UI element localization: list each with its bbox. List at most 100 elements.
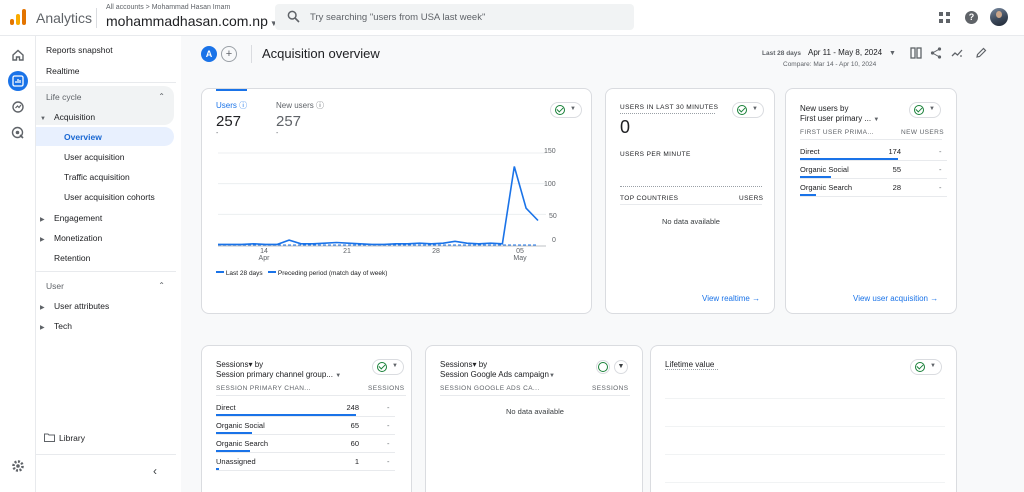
- view-realtime-link[interactable]: View realtime →: [702, 294, 760, 303]
- folder-icon: [44, 433, 55, 442]
- divider: [800, 139, 942, 140]
- legend-previous-label: Preceding period (match day of week): [277, 270, 388, 277]
- x-tick-day: 28: [432, 248, 440, 255]
- explore-icon[interactable]: [9, 98, 27, 116]
- nav-user-attributes[interactable]: ▶ User attributes: [40, 301, 109, 311]
- chevron-up-icon[interactable]: ⌃: [158, 281, 165, 290]
- nav-retention[interactable]: Retention: [54, 253, 90, 263]
- nav-realtime[interactable]: Realtime: [46, 66, 80, 76]
- x-tick-month: Apr: [258, 255, 270, 262]
- nav-tech[interactable]: ▶ Tech: [40, 321, 72, 331]
- dimension-picker[interactable]: Session Google Ads campaign▼: [440, 370, 555, 379]
- chevron-up-icon[interactable]: ⌃: [158, 92, 165, 101]
- dimension-label: Session Google Ads campaign: [440, 370, 549, 379]
- nav-traffic-acquisition[interactable]: Traffic acquisition: [64, 172, 130, 182]
- empty-state: No data available: [662, 217, 720, 226]
- table-row-label[interactable]: Organic Social: [216, 421, 265, 430]
- table-row-value: 60: [350, 439, 359, 448]
- nav-overview[interactable]: Overview: [64, 132, 102, 142]
- nav-section-lifecycle[interactable]: Life cycle: [46, 92, 81, 102]
- compare-range[interactable]: Compare: Mar 14 - Apr 10, 2024: [783, 61, 876, 68]
- advertising-icon[interactable]: [9, 124, 27, 142]
- home-icon[interactable]: [9, 46, 27, 64]
- edit-pencil-icon[interactable]: [975, 47, 987, 59]
- dimension-picker[interactable]: First user primary ... ▼: [800, 114, 879, 123]
- y-tick-label: 0: [552, 237, 556, 244]
- col-dimension[interactable]: SESSION GOOGLE ADS CA...: [440, 385, 540, 392]
- data-quality-check[interactable]: ▼: [909, 102, 941, 118]
- app-name[interactable]: Analytics: [36, 10, 92, 26]
- card-title[interactable]: Sessions▾ by: [440, 360, 487, 369]
- table-row-label[interactable]: Organic Social: [800, 165, 849, 174]
- data-quality-check[interactable]: ▼: [910, 359, 942, 375]
- table-row-value: 28: [892, 183, 901, 192]
- realtime-title[interactable]: USERS IN LAST 30 MINUTES: [620, 104, 718, 111]
- nav-user-attributes-label: User attributes: [54, 301, 110, 311]
- col-sessions[interactable]: SESSIONS: [592, 385, 628, 392]
- caret-down-icon: ▼: [40, 116, 46, 122]
- row-divider: [216, 416, 395, 417]
- table-row-label[interactable]: Organic Search: [800, 183, 852, 192]
- data-quality-check[interactable]: ▼: [372, 359, 404, 375]
- nav-section-user[interactable]: User: [46, 281, 64, 291]
- analytics-logo-icon[interactable]: [10, 9, 26, 25]
- sessions-by-channel-card: Sessions▾ by Session primary channel gro…: [201, 345, 412, 492]
- table-row-label[interactable]: Direct: [216, 403, 236, 412]
- card-title[interactable]: Sessions▾ by: [216, 360, 263, 369]
- avatar[interactable]: [990, 8, 1008, 26]
- sessions-by-ads-card: Sessions▾ by Session Google Ads campaign…: [425, 345, 643, 492]
- table-row-label[interactable]: Direct: [800, 147, 820, 156]
- y-tick-label: 50: [549, 213, 557, 220]
- data-quality-check[interactable]: ▼: [732, 102, 764, 118]
- nav-monetization-label: Monetization: [54, 233, 103, 243]
- table-row-change: -: [939, 183, 942, 192]
- add-comparison-button[interactable]: +: [221, 46, 237, 62]
- reports-icon[interactable]: [8, 71, 28, 91]
- x-tick-label: 21: [341, 248, 353, 255]
- col-dimension[interactable]: FIRST USER PRIMA...: [800, 129, 874, 136]
- filter-icon[interactable]: ▼: [614, 360, 628, 374]
- date-range-label[interactable]: Last 28 days: [762, 50, 801, 57]
- compare-columns-icon[interactable]: [910, 47, 922, 59]
- nav-acquisition[interactable]: ▼ Acquisition: [40, 112, 95, 122]
- date-range-value[interactable]: Apr 11 - May 8, 2024: [808, 48, 882, 57]
- col-dimension[interactable]: SESSION PRIMARY CHAN...: [216, 385, 311, 392]
- data-quality-check[interactable]: [596, 360, 610, 374]
- legend-swatch-dashed: [268, 271, 277, 273]
- caret-down-icon: ▼: [752, 106, 758, 112]
- help-icon[interactable]: ?: [965, 11, 978, 24]
- col-users[interactable]: USERS: [739, 195, 763, 202]
- left-rail: [0, 36, 36, 492]
- comparison-badge[interactable]: A: [201, 46, 217, 62]
- caret-down-icon[interactable]: ▼: [889, 50, 896, 57]
- col-top-countries[interactable]: TOP COUNTRIES: [620, 195, 678, 202]
- collapse-chevron-icon[interactable]: ‹: [153, 464, 157, 478]
- col-new-users[interactable]: NEW USERS: [901, 129, 944, 136]
- settings-gear-icon[interactable]: [9, 457, 27, 475]
- dimension-label: First user primary ...: [800, 114, 872, 123]
- col-sessions[interactable]: SESSIONS: [368, 385, 404, 392]
- x-tick-day: 21: [343, 248, 351, 255]
- gridline: [665, 398, 945, 399]
- nav-engagement[interactable]: ▶ Engagement: [40, 213, 102, 223]
- nav-reports-snapshot[interactable]: Reports snapshot: [46, 45, 113, 55]
- row-divider: [800, 196, 947, 197]
- nav-monetization[interactable]: ▶ Monetization: [40, 233, 102, 243]
- check-circle-icon: [377, 362, 387, 372]
- divider: [36, 454, 176, 455]
- nav-user-acquisition-cohorts[interactable]: User acquisition cohorts: [64, 192, 155, 202]
- nav-user-acquisition[interactable]: User acquisition: [64, 152, 124, 162]
- search-bar[interactable]: Try searching "users from USA last week": [275, 4, 634, 30]
- view-user-acquisition-link[interactable]: View user acquisition →: [853, 294, 938, 303]
- apps-grid-icon[interactable]: [939, 12, 950, 23]
- table-row-label[interactable]: Unassigned: [216, 457, 256, 466]
- account-breadcrumb[interactable]: All accounts > Mohammad Hasan Imam: [106, 4, 230, 11]
- insights-icon[interactable]: [951, 47, 963, 59]
- account-picker[interactable]: mohammadhasan.com.np ▼: [106, 13, 278, 29]
- share-icon[interactable]: [930, 47, 942, 59]
- dimension-picker[interactable]: Session primary channel group... ▼: [216, 370, 341, 379]
- lifetime-value-card: Lifetime value ▼: [650, 345, 957, 492]
- table-row-label[interactable]: Organic Search: [216, 439, 268, 448]
- card-title[interactable]: Lifetime value: [665, 360, 714, 369]
- nav-library[interactable]: Library: [44, 433, 85, 443]
